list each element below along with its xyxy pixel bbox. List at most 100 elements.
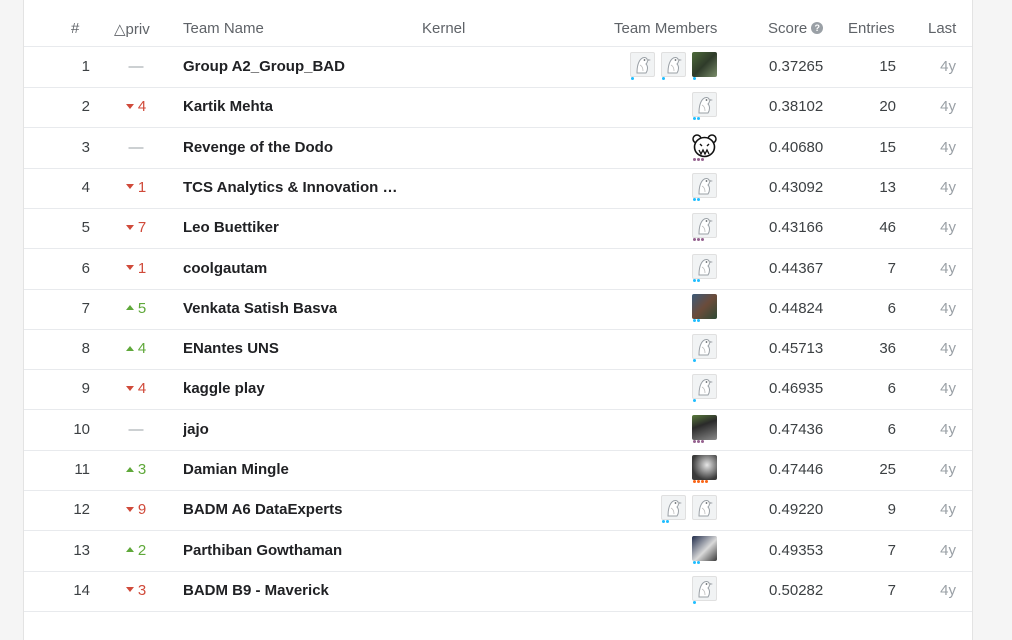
team-name-link[interactable]: Venkata Satish Basva [183, 300, 337, 317]
tier-indicator [693, 238, 704, 242]
last-submission: 4y [940, 501, 956, 519]
leaderboard-row[interactable]: 1 — Group A2_Group_BAD 0.37265 15 4y [24, 47, 972, 88]
tier-dot [693, 117, 696, 121]
member-avatar-link[interactable] [661, 52, 686, 82]
triangle-up-icon [125, 547, 134, 553]
entries-column-header[interactable]: Entries [848, 20, 895, 37]
kernel-column-header[interactable]: Kernel [422, 20, 465, 37]
team-name-link[interactable]: Damian Mingle [183, 461, 289, 478]
member-avatar-link[interactable] [630, 52, 655, 82]
score-value: 0.38102 [769, 98, 824, 116]
last-column-header[interactable]: Last [928, 20, 956, 37]
rank-change: 9 [119, 501, 153, 518]
team-name-link[interactable]: TCS Analytics & Innovation L... [183, 179, 398, 196]
last-submission: 4y [940, 98, 956, 116]
member-avatar-link[interactable] [661, 495, 686, 525]
member-avatar-link[interactable] [692, 293, 717, 324]
entries-value: 7 [887, 259, 896, 277]
user-photo-avatar [692, 535, 717, 561]
score-value: 0.44824 [769, 299, 824, 317]
last-submission: 4y [940, 299, 956, 317]
member-avatar-link[interactable] [692, 334, 717, 364]
team-name-link[interactable]: Parthiban Gowthaman [183, 542, 342, 559]
rank-value: 4 [81, 178, 90, 196]
leaderboard-row[interactable]: 3 — Revenge of the Dodo 0.40680 15 4y [24, 128, 972, 169]
team-members [692, 172, 717, 203]
rank-value: 7 [81, 299, 90, 317]
team-name-link[interactable]: ENantes UNS [183, 340, 279, 357]
tier-dot [697, 560, 700, 564]
team-name-link[interactable]: BADM A6 DataExperts [183, 501, 343, 518]
rank-value: 8 [81, 340, 90, 358]
rank-change: 4 [119, 340, 153, 357]
leaderboard-row[interactable]: 11 3 Damian Mingle 0.47446 25 4y [24, 450, 972, 491]
leaderboard-row[interactable]: 10 — jajo 0.47436 6 4y [24, 410, 972, 451]
default-avatar-icon [692, 374, 717, 400]
team-name-column-header[interactable]: Team Name [183, 20, 264, 37]
user-photo-avatar [692, 414, 717, 440]
member-avatar-link[interactable] [692, 92, 717, 122]
member-avatar-link[interactable] [692, 414, 717, 445]
score-column-header[interactable]: Score? [768, 20, 824, 37]
member-avatar-link[interactable] [692, 575, 717, 606]
member-avatar-link[interactable] [692, 253, 717, 284]
leaderboard-row[interactable]: 9 4 kaggle play 0.46935 6 4y [24, 369, 972, 411]
member-avatar-link[interactable] [692, 132, 717, 163]
member-avatar-link[interactable] [692, 495, 717, 525]
leaderboard-row[interactable]: 8 4 ENantes UNS 0.45713 36 4y [24, 329, 972, 371]
rank-change-value: 3 [137, 461, 147, 478]
team-name-link[interactable]: Revenge of the Dodo [183, 139, 333, 156]
member-avatar-link[interactable] [692, 52, 717, 82]
member-avatar-link[interactable] [692, 535, 717, 566]
team-name-link[interactable]: kaggle play [183, 380, 265, 397]
rank-change-value: 5 [137, 299, 147, 317]
score-value: 0.50282 [769, 581, 824, 599]
help-icon[interactable]: ? [811, 22, 824, 35]
rank-value: 10 [73, 420, 90, 438]
delta-column-header[interactable]: △priv [114, 20, 150, 38]
rank-change-value: 9 [137, 501, 147, 519]
rank-change: 4 [119, 380, 153, 397]
leaderboard-row[interactable]: 13 2 Parthiban Gowthaman 0.49353 7 4y [24, 531, 972, 572]
tier-dot [693, 399, 696, 403]
last-submission: 4y [940, 259, 956, 277]
team-name-link[interactable]: coolgautam [183, 260, 267, 277]
team-members [692, 253, 717, 284]
team-name-link[interactable]: BADM B9 - Maverick [183, 582, 329, 599]
tier-dot [693, 480, 696, 483]
tier-dot [631, 77, 634, 80]
member-avatar-link[interactable] [692, 172, 717, 203]
leaderboard-row[interactable]: 12 9 BADM A6 DataExperts 0.49220 9 4y [24, 490, 972, 532]
rank-column-header[interactable]: # [71, 20, 79, 37]
tier-dot [705, 480, 708, 483]
rank-change-value: 2 [137, 541, 147, 559]
team-members [692, 92, 717, 122]
rank-value: 1 [81, 58, 90, 75]
score-value: 0.43092 [769, 178, 824, 196]
leaderboard-row[interactable]: 4 1 TCS Analytics & Innovation L... 0.43092… [24, 168, 972, 209]
tier-dot [693, 278, 696, 282]
tier-indicator [693, 439, 704, 443]
tier-dot [701, 480, 704, 483]
rank-change: 3 [119, 461, 153, 478]
member-avatar-link[interactable] [692, 213, 717, 243]
leaderboard-row[interactable]: 6 1 coolgautam 0.44367 7 4y [24, 249, 972, 290]
rank-change: 1 [119, 179, 153, 196]
member-avatar-link[interactable] [692, 374, 717, 404]
leaderboard-row[interactable]: 14 3 BADM B9 - Maverick 0.50282 7 4y [24, 571, 972, 612]
leaderboard-header: # △priv Team Name Kernel Team Members Sc… [24, 0, 972, 47]
team-name-link[interactable]: Group A2_Group_BAD [183, 58, 345, 75]
team-name-link[interactable]: Leo Buettiker [183, 219, 279, 236]
leaderboard-row[interactable]: 2 4 Kartik Mehta 0.38102 20 4y [24, 87, 972, 129]
tier-dot [697, 318, 700, 322]
leaderboard-row[interactable]: 7 5 Venkata Satish Basva 0.44824 6 4y [24, 289, 972, 330]
leaderboard-row[interactable]: 5 7 Leo Buettiker 0.43166 46 4y [24, 208, 972, 250]
team-name-link[interactable]: jajo [183, 421, 209, 438]
tier-dot [701, 439, 704, 443]
rank-change: — [128, 420, 144, 438]
team-name-link[interactable]: Kartik Mehta [183, 98, 273, 115]
member-avatar-link[interactable] [692, 455, 717, 485]
triangle-down-icon [125, 385, 134, 391]
rank-change: — [128, 138, 144, 156]
entries-value: 6 [887, 380, 896, 398]
